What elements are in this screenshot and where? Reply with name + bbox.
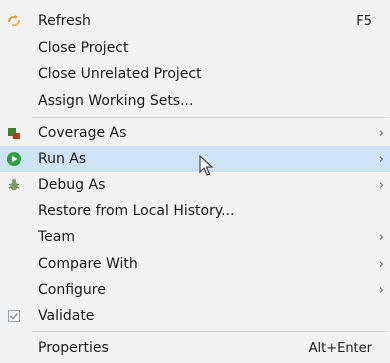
menu-item-label: Compare With (38, 256, 138, 272)
submenu-arrow-icon: › (378, 151, 384, 167)
menu-item-label: Team (38, 229, 76, 245)
menu-item-label: Debug As (38, 177, 106, 193)
menu-item-label: Configure (38, 282, 106, 298)
menu-item-close-unrelated-project[interactable]: Close Unrelated Project (0, 61, 390, 87)
menu-item-run-as[interactable]: Run As › (0, 146, 390, 172)
menu-item-coverage-as[interactable]: Coverage As › (0, 120, 390, 146)
menu-item-label: Coverage As (38, 125, 127, 141)
menu-item-team[interactable]: Team › (0, 224, 390, 250)
menu-item-label: Assign Working Sets... (38, 93, 194, 109)
refresh-icon (6, 13, 22, 29)
shortcut-label: Alt+Enter (308, 340, 372, 356)
menu-item-compare-with[interactable]: Compare With › (0, 251, 390, 277)
menu-item-label: Properties (38, 340, 109, 356)
menu-separator (32, 331, 388, 332)
menu-item-close-project[interactable]: Close Project (0, 35, 390, 61)
menu-item-label: Validate (38, 308, 95, 324)
debug-icon (6, 177, 22, 193)
submenu-arrow-icon: › (378, 125, 384, 141)
menu-item-label: Restore from Local History... (38, 203, 235, 219)
menu-item-label: Run As (38, 151, 87, 167)
context-menu: Refresh F5 Close Project Close Unrelated… (0, 0, 390, 363)
menu-item-restore-local-history[interactable]: Restore from Local History... (0, 198, 390, 224)
validate-checkbox-icon (6, 308, 22, 324)
menu-item-properties[interactable]: Properties Alt+Enter (0, 335, 390, 361)
submenu-arrow-icon: › (378, 229, 384, 245)
menu-item-debug-as[interactable]: Debug As › (0, 172, 390, 198)
menu-item-label: Refresh (38, 13, 91, 29)
run-icon (6, 151, 22, 167)
submenu-arrow-icon: › (378, 256, 384, 272)
menu-item-label: Close Unrelated Project (38, 66, 202, 82)
submenu-arrow-icon: › (378, 177, 384, 193)
menu-item-validate[interactable]: Validate (0, 303, 390, 329)
menu-item-configure[interactable]: Configure › (0, 277, 390, 303)
coverage-icon (6, 125, 22, 141)
mouse-cursor-icon (199, 155, 214, 176)
menu-item-assign-working-sets[interactable]: Assign Working Sets... (0, 88, 390, 114)
menu-item-label: Close Project (38, 40, 129, 56)
shortcut-label: F5 (356, 13, 372, 29)
submenu-arrow-icon: › (378, 282, 384, 298)
menu-separator (32, 117, 388, 118)
menu-item-refresh[interactable]: Refresh F5 (0, 8, 390, 34)
